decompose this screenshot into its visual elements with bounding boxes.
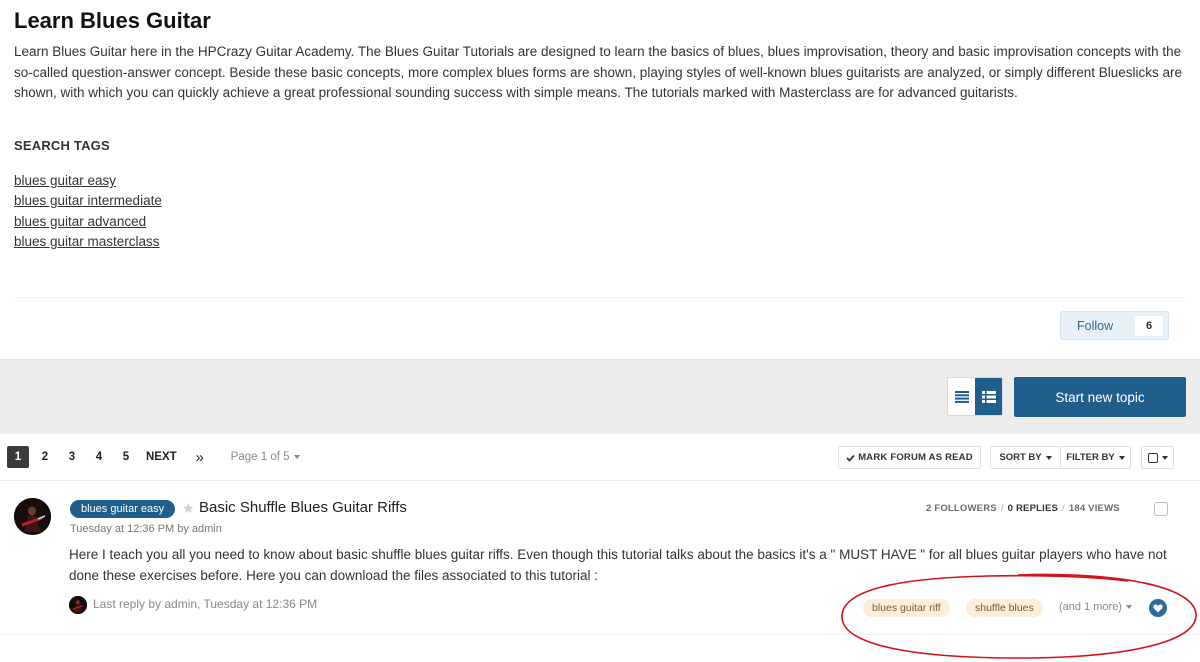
topic-tag[interactable]: shuffle blues — [966, 599, 1043, 617]
search-tag-link[interactable]: blues guitar easy — [14, 171, 162, 191]
stat-separator: / — [1062, 503, 1065, 514]
page-link-3[interactable]: 3 — [61, 446, 83, 468]
checkbox-icon — [1147, 452, 1158, 463]
sort-filter-group: SORT BY FILTER BY — [990, 446, 1131, 469]
stat-separator: / — [1000, 503, 1004, 514]
view-mode-toggle — [947, 377, 1003, 416]
avatar-image — [14, 498, 51, 535]
last-page-link[interactable]: » — [189, 446, 211, 468]
page-title: Learn Blues Guitar — [14, 8, 211, 33]
start-new-topic-button[interactable]: Start new topic — [1014, 377, 1186, 417]
search-tag-link[interactable]: blues guitar intermediate — [14, 191, 162, 211]
topic-tag[interactable]: blues guitar riff — [863, 599, 950, 617]
last-reply-avatar[interactable] — [69, 596, 87, 614]
next-page-link[interactable]: NEXT — [146, 446, 177, 468]
topic-stats: 2 FOLLOWERS/0 REPLIES/184 VIEWS — [926, 503, 1120, 514]
chevron-down-icon — [1161, 455, 1168, 460]
filter-by-label: FILTER BY — [1066, 452, 1115, 463]
chevron-down-icon — [1125, 605, 1132, 609]
page-link-4[interactable]: 4 — [88, 446, 110, 468]
topic-snippet: Here I teach you all you need to know ab… — [69, 547, 1167, 583]
list-view-button[interactable] — [948, 378, 975, 415]
page-of-label: Page 1 of 5 — [230, 451, 290, 463]
search-tags-heading: SEARCH TAGS — [14, 138, 110, 153]
page-link-1[interactable]: 1 — [7, 446, 29, 468]
list-view-icon — [954, 390, 969, 403]
avatar-image — [69, 596, 87, 614]
topic-title-link[interactable]: Basic Shuffle Blues Guitar Riffs — [199, 499, 407, 516]
search-tag-link[interactable]: blues guitar masterclass — [14, 232, 162, 252]
select-topics-button[interactable] — [1141, 446, 1174, 469]
author-avatar[interactable] — [14, 498, 51, 535]
follow-label: Follow — [1077, 318, 1114, 333]
chevron-down-icon — [293, 455, 300, 459]
page-link-2[interactable]: 2 — [34, 446, 56, 468]
forum-description: Learn Blues Guitar here in the HPCrazy G… — [14, 44, 1183, 100]
last-reply-info[interactable]: Last reply by admin, Tuesday at 12:36 PM — [93, 597, 317, 611]
follow-button[interactable]: Follow 6 — [1060, 311, 1169, 340]
chevron-down-icon — [1118, 455, 1125, 460]
page-link-5[interactable]: 5 — [115, 446, 137, 468]
topic-meta: Tuesday at 12:36 PM by admin — [70, 523, 222, 535]
search-tag-list: blues guitar easy blues guitar intermedi… — [14, 171, 162, 252]
views-count: 184 VIEWS — [1068, 503, 1120, 514]
topic-select-checkbox[interactable] — [1154, 502, 1168, 516]
grid-view-button[interactable] — [975, 378, 1002, 415]
checkmark-icon — [846, 454, 855, 462]
mark-forum-read-label: MARK FORUM AS READ — [858, 452, 973, 463]
grid-view-icon — [981, 390, 996, 403]
pagination: 1 2 3 4 5 NEXT » Page 1 of 5 — [7, 446, 300, 468]
like-button[interactable] — [1149, 599, 1167, 617]
divider — [0, 634, 1200, 635]
star-icon: ★ — [182, 500, 195, 516]
page-jump-dropdown[interactable]: Page 1 of 5 — [231, 451, 300, 463]
sort-by-button[interactable]: SORT BY — [991, 447, 1060, 468]
replies-count: 0 REPLIES — [1007, 503, 1059, 514]
search-tag-link[interactable]: blues guitar advanced — [14, 212, 162, 232]
followers-count: 2 FOLLOWERS — [926, 503, 997, 514]
follow-count: 6 — [1135, 316, 1163, 336]
sort-by-label: SORT BY — [999, 452, 1042, 463]
mark-forum-read-button[interactable]: MARK FORUM AS READ — [838, 446, 981, 469]
divider — [14, 297, 1186, 298]
more-tags-label: (and 1 more) — [1059, 601, 1122, 613]
filter-by-button[interactable]: FILTER BY — [1060, 447, 1130, 468]
divider — [0, 480, 1200, 481]
chevron-down-icon — [1045, 455, 1052, 460]
more-tags-toggle[interactable]: (and 1 more) — [1059, 601, 1132, 613]
topic-prefix-badge[interactable]: blues guitar easy — [70, 500, 176, 518]
heart-icon — [1153, 603, 1163, 612]
